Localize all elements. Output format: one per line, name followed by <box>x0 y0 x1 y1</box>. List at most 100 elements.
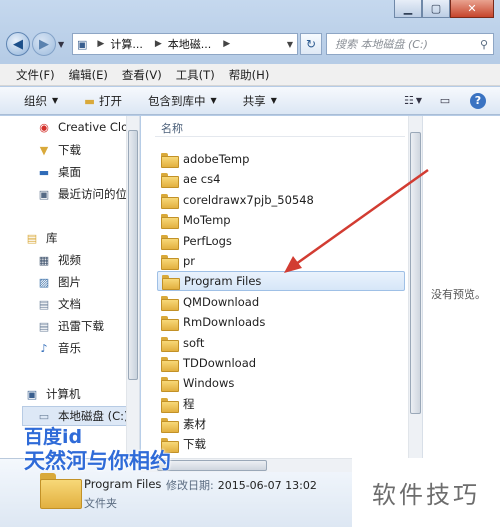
forward-arrow-icon: ▶ <box>39 36 49 52</box>
folder-name: Windows <box>183 376 235 390</box>
menu-edit[interactable]: 编辑(E) <box>69 67 108 83</box>
folder-name: 下载 <box>183 437 206 451</box>
nav-item-label: 迅雷下载 <box>58 319 104 333</box>
folder-icon <box>161 356 179 372</box>
menu-help[interactable]: 帮助(H) <box>229 67 270 83</box>
folder-name: adobeTemp <box>183 152 250 166</box>
folder-icon <box>161 213 179 229</box>
nav-item-music[interactable]: ♪ 音乐 <box>36 340 81 356</box>
folder-icon <box>161 193 179 209</box>
list-item[interactable]: Windows <box>161 373 234 393</box>
view-controls: ☷ ▼ ▭ ? <box>392 92 486 110</box>
nav-item-pictures[interactable]: ▨ 图片 <box>36 274 81 290</box>
list-item[interactable]: 程 <box>161 394 195 414</box>
list-item-selected[interactable]: Program Files <box>157 271 405 291</box>
nav-scrollbar-thumb[interactable] <box>128 130 138 380</box>
music-icon: ♪ <box>40 341 48 355</box>
share-label: 共享 <box>242 93 266 108</box>
details-item-name: Program Files <box>84 477 162 491</box>
menu-view[interactable]: 查看(V) <box>122 67 162 83</box>
nav-item-videos[interactable]: ▦ 视频 <box>36 252 81 268</box>
help-icon[interactable]: ? <box>470 92 486 109</box>
recent-places-icon: ▣ <box>38 187 50 201</box>
breadcrumb-computer[interactable]: 计算... <box>110 36 143 52</box>
file-list-scrollbar[interactable] <box>408 116 422 458</box>
nav-item-documents[interactable]: ▤ 文档 <box>36 296 81 312</box>
menu-tools[interactable]: 工具(T) <box>176 67 215 83</box>
details-modified-label: 修改日期: <box>166 479 214 492</box>
list-item[interactable]: pr <box>161 251 195 271</box>
nav-item-label: 计算机 <box>46 387 81 401</box>
nav-scrollbar[interactable] <box>126 116 139 458</box>
share-button[interactable]: 共享 ▼ <box>243 93 277 109</box>
column-header-name[interactable]: 名称 <box>161 120 183 136</box>
no-preview-message: 没有预览。 <box>431 288 486 301</box>
horizontal-scrollbar-thumb[interactable] <box>157 460 267 471</box>
organize-button[interactable]: 组织 ▼ <box>24 93 58 109</box>
list-item[interactable]: TDDownload <box>161 353 256 373</box>
list-item[interactable]: soft <box>161 333 204 353</box>
breadcrumb-separator[interactable]: ▶ <box>97 39 104 49</box>
nav-item-label: 下载 <box>58 143 81 157</box>
address-bar[interactable]: ▣ ▶ 计算... ▶ 本地磁... ▶ ▼ <box>72 33 298 55</box>
documents-icon: ▤ <box>38 297 50 311</box>
file-list-scrollbar-thumb[interactable] <box>410 132 421 414</box>
maximize-button[interactable]: ▢ <box>422 0 450 18</box>
folder-icon <box>161 376 179 392</box>
preview-pane-button[interactable]: ▭ <box>434 92 456 110</box>
change-view-button[interactable]: ☷ ▼ <box>402 92 424 110</box>
include-library-label: 包含到库中 <box>148 93 206 108</box>
folder-name: MoTemp <box>183 213 231 227</box>
list-item[interactable]: coreldrawx7pjb_50548 <box>161 190 314 210</box>
menu-file[interactable]: 文件(F) <box>16 67 55 83</box>
list-item[interactable]: RmDownloads <box>161 312 265 332</box>
search-icon[interactable]: ⚲ <box>480 38 488 51</box>
nav-item-computer[interactable]: ▣ 计算机 <box>24 386 81 402</box>
minimize-button[interactable]: ▁ <box>394 0 422 18</box>
folder-name: 程 <box>183 397 195 411</box>
list-item[interactable]: PerfLogs <box>161 231 232 251</box>
folder-name: RmDownloads <box>183 315 266 329</box>
breadcrumb-local-disk[interactable]: 本地磁... <box>168 36 212 52</box>
folder-name: PerfLogs <box>183 234 232 248</box>
open-button[interactable]: ▬ 打开 <box>84 93 122 109</box>
list-item[interactable]: MoTemp <box>161 210 231 230</box>
nav-item-label: 视频 <box>58 253 81 267</box>
nav-item-label: 桌面 <box>58 165 81 179</box>
search-placeholder: 搜索 本地磁盘 (C:) <box>335 38 428 51</box>
folder-name: 素材 <box>183 417 206 431</box>
folder-name: Program Files <box>184 274 262 288</box>
nav-item-libraries[interactable]: ▤ 库 <box>24 230 58 246</box>
list-item[interactable]: ae cs4 <box>161 169 220 189</box>
list-item[interactable]: QMDownload <box>161 292 259 312</box>
close-button[interactable]: ✕ <box>450 0 494 18</box>
refresh-button[interactable]: ↻ <box>300 33 322 55</box>
hard-drive-icon: ▭ <box>38 409 50 423</box>
nav-item-desktop[interactable]: ▬ 桌面 <box>36 164 81 180</box>
nav-item-recent-places[interactable]: ▣ 最近访问的位 <box>36 186 127 202</box>
breadcrumb-separator[interactable]: ▶ <box>223 39 230 49</box>
computer-icon: ▣ <box>77 37 88 51</box>
preview-pane-icon: ▭ <box>439 94 451 107</box>
nav-item-creative-cloud[interactable]: ◉ Creative Clo <box>36 120 128 134</box>
address-dropdown-icon[interactable]: ▼ <box>283 40 297 49</box>
recent-pages-dropdown[interactable]: ▼ <box>58 40 68 49</box>
nav-item-label: 文档 <box>58 297 81 311</box>
nav-item-local-disk[interactable]: ▭ 本地磁盘 (C:) <box>36 408 129 424</box>
watermark-line-2: 天然河与你相约 <box>24 449 171 473</box>
nav-item-label: 最近访问的位 <box>58 187 127 201</box>
list-item[interactable]: adobeTemp <box>161 149 249 169</box>
downloads-folder-icon: ▼ <box>39 143 49 157</box>
search-input[interactable]: 搜索 本地磁盘 (C:) ⚲ <box>326 33 494 55</box>
breadcrumb-separator[interactable]: ▶ <box>155 39 162 49</box>
forward-button[interactable]: ▶ <box>32 32 56 56</box>
include-in-library-button[interactable]: 包含到库中 ▼ <box>148 93 217 109</box>
nav-item-xunlei-downloads[interactable]: ▤ 迅雷下载 <box>36 318 104 334</box>
back-button[interactable]: ◀ <box>6 32 30 56</box>
folder-icon <box>40 473 82 509</box>
nav-item-downloads[interactable]: ▼ 下载 <box>36 142 81 158</box>
details-item-type: 文件夹 <box>84 497 117 510</box>
desktop-icon: ▬ <box>38 165 50 179</box>
computer-icon: ▣ <box>26 387 38 401</box>
back-arrow-icon: ◀ <box>13 36 23 52</box>
